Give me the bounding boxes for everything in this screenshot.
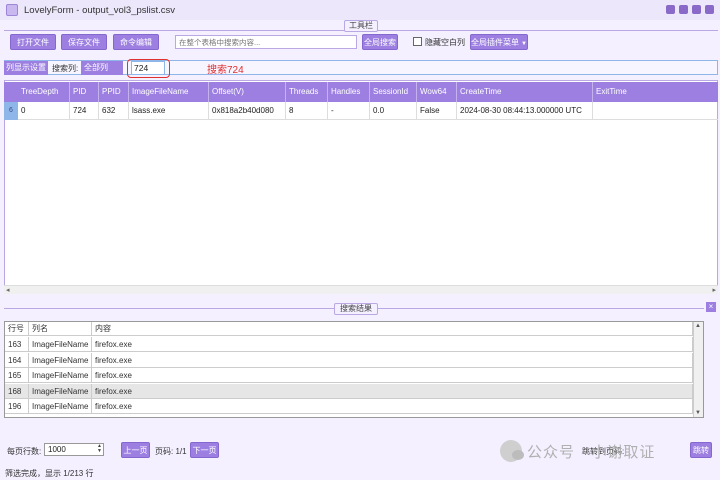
status-bar: 筛选完成，显示 1/213 行: [5, 469, 94, 478]
column-header[interactable]: SessionId: [370, 82, 417, 102]
result-row-number[interactable]: 163: [5, 337, 29, 352]
result-row-number[interactable]: 164: [5, 352, 29, 368]
result-content[interactable]: firefox.exe: [92, 337, 693, 352]
hide-empty-columns-checkbox[interactable]: [413, 37, 422, 46]
column-header[interactable]: ImageFileName: [129, 82, 209, 102]
scroll-right-icon[interactable]: ▸: [712, 286, 716, 295]
save-file-button[interactable]: 保存文件: [61, 34, 107, 50]
vertical-scrollbar[interactable]: ▲ ▼: [693, 322, 703, 417]
rows-per-page-input[interactable]: 1000 ▲ ▼: [44, 443, 104, 456]
search-results-caption: 搜索结果: [334, 303, 378, 315]
spinner-icon[interactable]: ▲ ▼: [97, 444, 102, 454]
result-content[interactable]: firefox.exe: [92, 399, 693, 414]
hide-empty-columns-label: 隐藏空白列: [425, 38, 465, 47]
table-cell[interactable]: 632: [99, 102, 129, 120]
result-column-name[interactable]: ImageFileName: [29, 383, 92, 399]
result-row-number[interactable]: 165: [5, 368, 29, 383]
command-edit-button[interactable]: 命令编辑: [113, 34, 159, 50]
chevron-down-icon: ▼: [521, 41, 527, 47]
minimize-button[interactable]: [666, 5, 675, 14]
annotation-text: 搜索724: [207, 65, 244, 76]
column-header[interactable]: PID: [70, 82, 99, 102]
window-title: LovelyForm - output_vol3_pslist.csv: [24, 4, 176, 16]
result-row-number[interactable]: 196: [5, 399, 29, 414]
result-content[interactable]: firefox.exe: [92, 368, 693, 383]
table-cell[interactable]: 2024-08-30 08:44:13.000000 UTC: [457, 102, 593, 120]
table-cell[interactable]: 0: [18, 102, 70, 120]
restore-button[interactable]: [692, 5, 701, 14]
column-settings-button[interactable]: 列显示设置: [4, 61, 48, 75]
result-column-name[interactable]: ImageFileName: [29, 368, 92, 383]
maximize-button[interactable]: [679, 5, 688, 14]
global-search-button[interactable]: 全局搜索: [362, 34, 398, 50]
table-cell[interactable]: 0.0: [370, 102, 417, 120]
search-column-select[interactable]: 全部列: [81, 61, 123, 75]
results-column-header[interactable]: 行号: [5, 322, 29, 336]
column-header[interactable]: Handles: [328, 82, 370, 102]
result-column-name[interactable]: ImageFileName: [29, 337, 92, 352]
window-controls: [666, 5, 714, 14]
watermark: 公众号 · 小谢取证: [500, 438, 696, 464]
table-cell[interactable]: False: [417, 102, 457, 120]
column-header[interactable]: ExitTime: [593, 82, 718, 102]
scroll-up-icon[interactable]: ▲: [695, 323, 701, 329]
row-marker[interactable]: 6: [4, 102, 18, 120]
table-cell[interactable]: [593, 102, 718, 120]
toolbar-caption: 工具栏: [344, 20, 378, 32]
result-content[interactable]: firefox.exe: [92, 352, 693, 368]
rows-per-page-value: 1000: [48, 445, 66, 454]
global-search-input[interactable]: [175, 35, 357, 49]
close-results-button[interactable]: ×: [706, 302, 716, 312]
result-content[interactable]: firefox.exe: [92, 383, 693, 399]
result-column-name[interactable]: ImageFileName: [29, 399, 92, 414]
table-cell[interactable]: 8: [286, 102, 328, 120]
plugin-menu-label: 全局插件菜单: [471, 38, 520, 47]
column-header[interactable]: Threads: [286, 82, 328, 102]
table-cell[interactable]: 724: [70, 102, 99, 120]
toolbar-group: [4, 30, 718, 55]
table-cell[interactable]: lsass.exe: [129, 102, 209, 120]
wechat-icon: [500, 440, 524, 462]
horizontal-scrollbar[interactable]: ◂ ▸: [4, 285, 718, 294]
results-column-header[interactable]: 内容: [92, 322, 693, 336]
table-cell[interactable]: -: [328, 102, 370, 120]
next-page-button[interactable]: 下一页: [190, 442, 219, 458]
column-header[interactable]: Wow64: [417, 82, 457, 102]
search-column-label: 搜索列:: [52, 64, 79, 73]
rows-per-page-label: 每页行数:: [7, 447, 42, 456]
column-header[interactable]: Offset(V): [209, 82, 286, 102]
prev-page-button[interactable]: 上一页: [121, 442, 150, 458]
column-header[interactable]: TreeDepth: [18, 82, 70, 102]
title-bar: LovelyForm - output_vol3_pslist.csv: [0, 0, 720, 20]
column-header[interactable]: PPID: [99, 82, 129, 102]
result-row-number[interactable]: 168: [5, 383, 29, 399]
close-window-button[interactable]: [705, 5, 714, 14]
scroll-down-icon[interactable]: ▼: [695, 410, 701, 416]
page-info: 页码: 1/1: [155, 447, 187, 456]
annotation-highlight-box: [127, 59, 170, 78]
open-file-button[interactable]: 打开文件: [10, 34, 56, 50]
watermark-text: 公众号 · 小谢取证: [527, 443, 656, 461]
table-cell[interactable]: 0x818a2b40d080: [209, 102, 286, 120]
results-column-header[interactable]: 列名: [29, 322, 92, 336]
column-header[interactable]: CreateTime: [457, 82, 593, 102]
result-column-name[interactable]: ImageFileName: [29, 352, 92, 368]
plugin-menu-button[interactable]: 全局插件菜单 ▼: [470, 34, 528, 50]
scroll-left-icon[interactable]: ◂: [6, 286, 10, 295]
app-icon: [6, 4, 18, 16]
